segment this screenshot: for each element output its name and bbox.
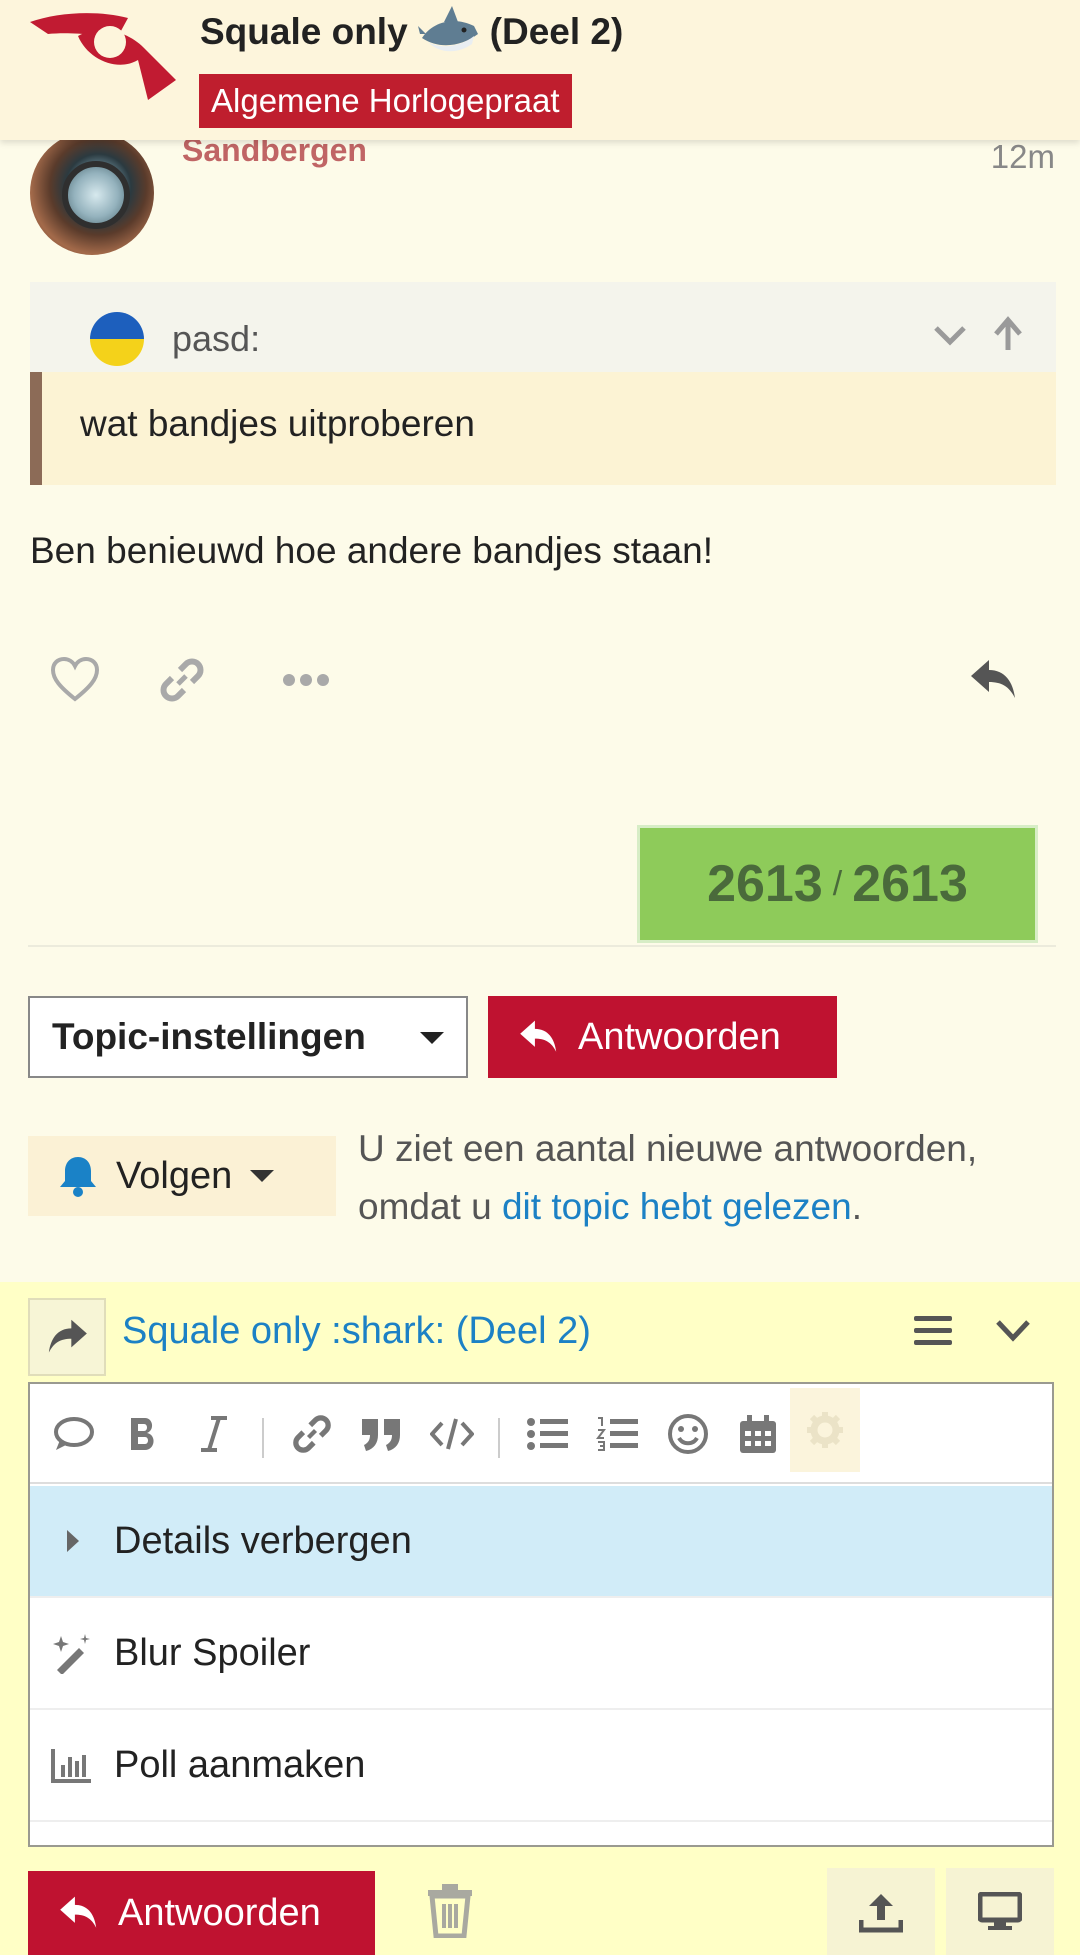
post-body: Ben benieuwd hoe andere bandjes staan! — [30, 530, 713, 571]
reply-to-button[interactable] — [28, 1298, 106, 1376]
chevron-down-icon[interactable] — [992, 1310, 1034, 1350]
notification-button[interactable]: Volgen — [28, 1136, 336, 1216]
link-icon[interactable] — [152, 650, 212, 710]
numbered-list-icon[interactable] — [594, 1410, 642, 1458]
blockquote-icon[interactable] — [358, 1410, 406, 1458]
menu-item-label: Details verbergen — [114, 1519, 412, 1562]
reply-icon — [520, 1020, 557, 1052]
share-arrow-icon — [48, 1319, 87, 1353]
magic-wand-icon — [30, 1632, 114, 1674]
menu-item-poll[interactable]: Poll aanmaken — [30, 1710, 1052, 1822]
reply-icon — [60, 1896, 97, 1928]
quote-bubble-icon[interactable] — [50, 1410, 98, 1458]
quote-user: pasd: — [172, 318, 261, 359]
topic-settings-dropdown[interactable]: Topic-instellingen — [28, 996, 468, 1078]
notification-reason-end: . — [851, 1186, 862, 1227]
heart-icon[interactable] — [45, 650, 105, 710]
topic-progress[interactable]: 2613 / 2613 — [637, 825, 1038, 943]
post-time[interactable]: 12m — [991, 138, 1055, 176]
progress-separator: / — [832, 864, 843, 903]
avatar[interactable] — [30, 131, 154, 255]
menu-item-details[interactable]: Details verbergen — [30, 1486, 1052, 1598]
category-badge[interactable]: Algemene Horlogepraat — [199, 74, 572, 128]
reply-button[interactable]: Antwoorden — [488, 996, 837, 1078]
topic-header: Squale only (Deel 2) Algemene Horlogepra… — [0, 0, 1080, 140]
progress-current: 2613 — [707, 855, 823, 913]
bold-icon[interactable] — [120, 1410, 168, 1458]
emoji-icon[interactable] — [664, 1410, 712, 1458]
hamburger-icon[interactable] — [912, 1310, 954, 1350]
upload-icon[interactable] — [827, 1868, 935, 1955]
desktop-icon[interactable] — [946, 1868, 1054, 1955]
shark-emoji-icon — [417, 4, 480, 60]
italic-icon[interactable] — [190, 1410, 238, 1458]
quote-header: pasd: — [30, 282, 1056, 372]
quote-text: wat bandjes uitproberen — [30, 372, 1056, 485]
topic-title-suffix: (Deel 2) — [489, 11, 624, 52]
ukraine-flag-avatar — [90, 312, 144, 366]
composer-editor: Details verbergen Blur Spoiler Poll aanm… — [28, 1382, 1054, 1847]
composer-title[interactable]: Squale only :shark: (Deel 2) — [122, 1310, 591, 1353]
composer-submit-label: Antwoorden — [118, 1891, 321, 1934]
toolbar-separator — [498, 1418, 500, 1458]
calendar-icon[interactable] — [734, 1410, 782, 1458]
menu-item-label: Poll aanmaken — [114, 1743, 366, 1786]
post-actions — [30, 640, 1050, 715]
chevron-down-icon[interactable] — [930, 314, 970, 354]
notification-reason: U ziet een aantal nieuwe antwoorden, omd… — [358, 1120, 1058, 1236]
link-icon[interactable] — [288, 1410, 336, 1458]
code-icon[interactable] — [428, 1410, 476, 1458]
composer-submit-button[interactable]: Antwoorden — [28, 1871, 375, 1955]
trash-icon[interactable] — [426, 1882, 474, 1938]
topic-title-text: Squale only — [200, 11, 408, 52]
reply-composer: Squale only :shark: (Deel 2) Details ver… — [0, 1282, 1080, 1955]
arrow-up-icon[interactable] — [988, 314, 1028, 354]
caret-down-icon — [250, 1170, 275, 1182]
topic-title[interactable]: Squale only (Deel 2) — [200, 4, 623, 60]
reply-icon[interactable] — [964, 650, 1024, 710]
site-logo[interactable] — [28, 10, 183, 120]
editor-toolbar — [30, 1384, 1052, 1484]
bullet-list-icon[interactable] — [524, 1410, 572, 1458]
reply-button-label: Antwoorden — [578, 1015, 781, 1058]
menu-item-label: Blur Spoiler — [114, 1631, 311, 1674]
caret-down-icon — [420, 1032, 444, 1044]
divider — [28, 945, 1056, 947]
bell-icon — [60, 1157, 96, 1197]
notification-reason-link[interactable]: dit topic hebt gelezen — [502, 1186, 852, 1227]
progress-total: 2613 — [852, 855, 968, 913]
gear-icon[interactable] — [790, 1388, 860, 1472]
notification-label: Volgen — [116, 1154, 233, 1197]
caret-right-icon — [30, 1528, 114, 1554]
more-icon[interactable] — [276, 650, 336, 710]
quote-block: pasd: wat bandjes uitproberen — [30, 282, 1056, 485]
toolbar-separator — [262, 1418, 264, 1458]
menu-item-blur-spoiler[interactable]: Blur Spoiler — [30, 1598, 1052, 1710]
topic-settings-label: Topic-instellingen — [52, 1016, 366, 1057]
bar-chart-icon — [30, 1747, 114, 1783]
